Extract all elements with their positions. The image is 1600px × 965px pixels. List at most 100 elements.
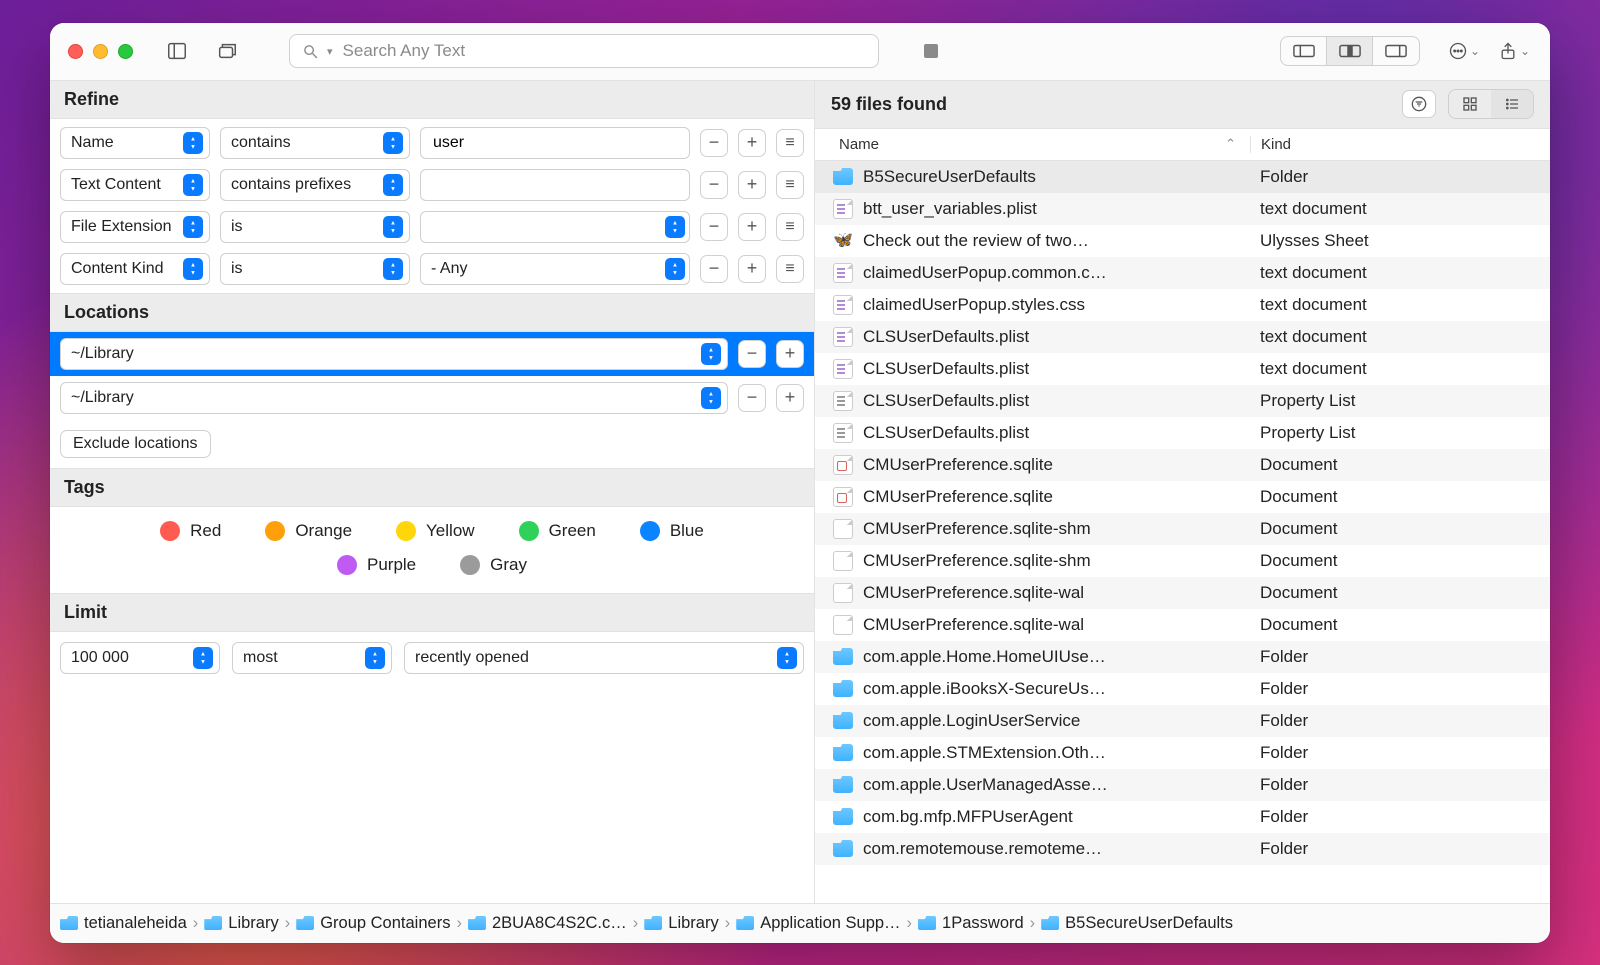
column-header-name[interactable]: Name ⌃ — [815, 136, 1250, 153]
file-row[interactable]: com.bg.mfp.MFPUserAgent Folder — [815, 801, 1550, 833]
file-row[interactable]: CMUserPreference.sqlite-shm Document — [815, 545, 1550, 577]
file-row[interactable]: CMUserPreference.sqlite-wal Document — [815, 609, 1550, 641]
filter-results-button[interactable] — [1402, 90, 1436, 118]
file-row[interactable]: com.remotemouse.remoteme… Folder — [815, 833, 1550, 865]
file-row[interactable]: 🦋Check out the review of two… Ulysses Sh… — [815, 225, 1550, 257]
limit-order-select[interactable]: most — [232, 642, 392, 674]
layout-right-button[interactable] — [1373, 37, 1419, 65]
limit-metric-select[interactable]: recently opened — [404, 642, 804, 674]
file-row[interactable]: CLSUserDefaults.plist Property List — [815, 417, 1550, 449]
add-location-button[interactable]: + — [776, 340, 804, 368]
remove-refine-row-button[interactable]: − — [700, 171, 728, 199]
tag-orange[interactable]: Orange — [265, 521, 352, 541]
tag-red[interactable]: Red — [160, 521, 221, 541]
tag-green[interactable]: Green — [519, 521, 596, 541]
column-header-kind[interactable]: Kind — [1250, 136, 1550, 153]
add-refine-row-button[interactable]: + — [738, 255, 766, 283]
file-row[interactable]: CLSUserDefaults.plist text document — [815, 353, 1550, 385]
location-path-select[interactable]: ~/Library — [60, 382, 728, 414]
results-list[interactable]: B5SecureUserDefaults Folderbtt_user_vari… — [815, 161, 1550, 903]
windows-overview-button[interactable] — [209, 36, 245, 66]
grid-view-button[interactable] — [1449, 90, 1491, 118]
file-row[interactable]: com.apple.UserManagedAsse… Folder — [815, 769, 1550, 801]
content-split: Refine Name contains − + Text Content co… — [50, 81, 1550, 903]
file-row[interactable]: claimedUserPopup.common.c… text document — [815, 257, 1550, 289]
add-refine-row-button[interactable]: + — [738, 171, 766, 199]
location-row[interactable]: ~/Library − + — [50, 376, 814, 420]
refine-value-select[interactable] — [420, 211, 690, 243]
tag-yellow[interactable]: Yellow — [396, 521, 475, 541]
refine-operator-select[interactable]: contains — [220, 127, 410, 159]
file-row[interactable]: CMUserPreference.sqlite-shm Document — [815, 513, 1550, 545]
refine-operator-select[interactable]: is — [220, 253, 410, 285]
file-row[interactable]: CMUserPreference.sqlite Document — [815, 449, 1550, 481]
file-row[interactable]: com.apple.Home.HomeUIUse… Folder — [815, 641, 1550, 673]
file-row[interactable]: B5SecureUserDefaults Folder — [815, 161, 1550, 193]
document-icon — [833, 551, 853, 571]
refine-row-options-button[interactable] — [776, 129, 804, 157]
remove-location-button[interactable]: − — [738, 384, 766, 412]
file-row[interactable]: claimedUserPopup.styles.css text documen… — [815, 289, 1550, 321]
path-crumb[interactable]: Application Supp… — [736, 914, 900, 933]
minimize-window-button[interactable] — [93, 44, 108, 59]
add-refine-row-button[interactable]: + — [738, 129, 766, 157]
refine-field-select[interactable]: Content Kind — [60, 253, 210, 285]
refine-value-input[interactable] — [431, 133, 679, 153]
ulysses-icon: 🦋 — [833, 233, 853, 249]
remove-refine-row-button[interactable]: − — [700, 213, 728, 241]
layout-left-button[interactable] — [1281, 37, 1327, 65]
path-crumb[interactable]: 1Password — [918, 914, 1024, 933]
path-crumb[interactable]: Group Containers — [296, 914, 450, 933]
location-path-label: ~/Library — [71, 389, 695, 407]
file-row[interactable]: com.apple.STMExtension.Oth… Folder — [815, 737, 1550, 769]
layout-split-button[interactable] — [1327, 37, 1373, 65]
refine-field-select[interactable]: Name — [60, 127, 210, 159]
refine-value-field[interactable] — [420, 169, 690, 201]
refine-value-input[interactable] — [431, 175, 679, 195]
limit-count-select[interactable]: 100 000 — [60, 642, 220, 674]
file-row[interactable]: CMUserPreference.sqlite Document — [815, 481, 1550, 513]
list-view-button[interactable] — [1491, 90, 1533, 118]
stop-search-button[interactable] — [913, 36, 949, 66]
remove-location-button[interactable]: − — [738, 340, 766, 368]
more-menu-button[interactable]: ⌄ — [1446, 36, 1482, 66]
location-path-select[interactable]: ~/Library — [60, 338, 728, 370]
refine-row-options-button[interactable] — [776, 255, 804, 283]
location-row[interactable]: ~/Library − + — [50, 332, 814, 376]
file-row[interactable]: CLSUserDefaults.plist Property List — [815, 385, 1550, 417]
file-row[interactable]: com.apple.iBooksX-SecureUs… Folder — [815, 673, 1550, 705]
search-input[interactable] — [341, 40, 866, 62]
toggle-sidebar-button[interactable] — [159, 36, 195, 66]
refine-value-select[interactable]: - Any — [420, 253, 690, 285]
zoom-window-button[interactable] — [118, 44, 133, 59]
refine-row-options-button[interactable] — [776, 213, 804, 241]
path-crumb[interactable]: Library — [644, 914, 718, 933]
refine-row-options-button[interactable] — [776, 171, 804, 199]
tag-purple[interactable]: Purple — [337, 555, 416, 575]
path-crumb[interactable]: B5SecureUserDefaults — [1041, 914, 1233, 933]
refine-field-select[interactable]: Text Content — [60, 169, 210, 201]
search-field[interactable]: ▾ — [289, 34, 879, 68]
file-row[interactable]: CMUserPreference.sqlite-wal Document — [815, 577, 1550, 609]
share-button[interactable]: ⌄ — [1496, 36, 1532, 66]
tag-blue[interactable]: Blue — [640, 521, 704, 541]
refine-operator-select[interactable]: contains prefixes — [220, 169, 410, 201]
chevron-right-icon: › — [725, 914, 731, 933]
path-crumb[interactable]: Library — [204, 914, 278, 933]
tag-gray[interactable]: Gray — [460, 555, 527, 575]
path-crumb[interactable]: tetianaleheida — [60, 914, 187, 933]
file-row[interactable]: com.apple.LoginUserService Folder — [815, 705, 1550, 737]
file-name-label: CLSUserDefaults.plist — [863, 359, 1029, 379]
remove-refine-row-button[interactable]: − — [700, 255, 728, 283]
refine-field-select[interactable]: File Extension — [60, 211, 210, 243]
refine-operator-select[interactable]: is — [220, 211, 410, 243]
path-crumb[interactable]: 2BUA8C4S2C.c… — [468, 914, 627, 933]
refine-value-field[interactable] — [420, 127, 690, 159]
file-row[interactable]: CLSUserDefaults.plist text document — [815, 321, 1550, 353]
add-refine-row-button[interactable]: + — [738, 213, 766, 241]
add-location-button[interactable]: + — [776, 384, 804, 412]
exclude-locations-button[interactable]: Exclude locations — [60, 430, 211, 458]
file-row[interactable]: btt_user_variables.plist text document — [815, 193, 1550, 225]
close-window-button[interactable] — [68, 44, 83, 59]
remove-refine-row-button[interactable]: − — [700, 129, 728, 157]
